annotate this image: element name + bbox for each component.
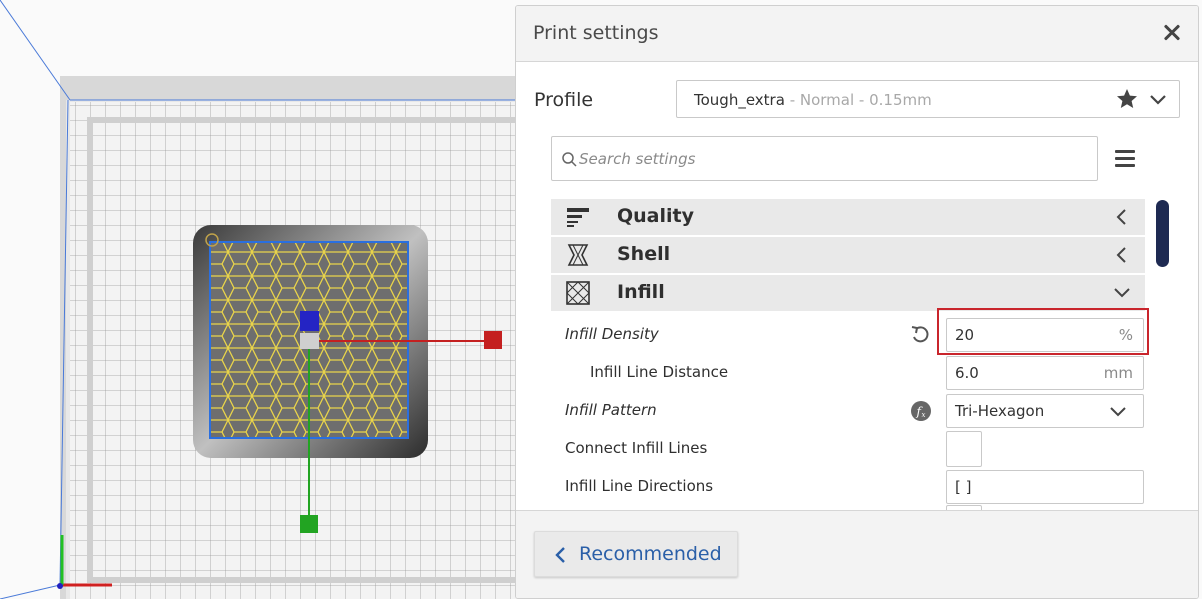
category-quality[interactable]: Quality: [551, 199, 1145, 235]
x-axis-arrow: [484, 331, 502, 349]
infill-line-directions-input[interactable]: [ ]: [946, 470, 1144, 504]
profile-value: Tough_extra - Normal - 0.15mm: [694, 91, 932, 109]
settings-scrollbar[interactable]: [1156, 200, 1169, 267]
profile-label: Profile: [534, 89, 594, 111]
search-box[interactable]: [551, 136, 1098, 181]
field-value: 6.0: [955, 364, 979, 382]
function-icon[interactable]: f x: [910, 400, 932, 422]
print-settings-panel: Print settings Profile Tough_extra - Nor…: [515, 5, 1199, 599]
infill-line-distance-input[interactable]: 6.0 mm: [946, 356, 1144, 390]
category-label: Shell: [617, 243, 671, 265]
field-value: Tri-Hexagon: [955, 402, 1045, 420]
shell-icon: [567, 244, 589, 266]
connect-infill-lines-checkbox[interactable]: [946, 431, 982, 467]
panel-header: Print settings: [516, 6, 1198, 62]
chevron-down-icon: [1110, 407, 1126, 417]
drag-handle-icon[interactable]: [842, 594, 872, 598]
search-input[interactable]: [579, 137, 1079, 180]
infill-pattern-select[interactable]: Tri-Hexagon: [946, 394, 1144, 428]
recommended-button[interactable]: Recommended: [534, 531, 738, 577]
category-label: Quality: [617, 205, 694, 227]
star-icon[interactable]: [1115, 87, 1139, 111]
chevron-down-icon: [1114, 288, 1130, 298]
svg-text:x: x: [922, 411, 926, 419]
close-icon[interactable]: [1160, 20, 1184, 44]
category-label: Infill: [617, 281, 665, 303]
z-axis-handle: [300, 311, 319, 331]
setting-connect-infill-lines: Connect Infill Lines: [551, 429, 1145, 467]
chevron-left-icon: [1116, 209, 1126, 225]
setting-infill-line-directions: Infill Line Directions [ ]: [551, 467, 1145, 505]
field-value: [ ]: [955, 478, 972, 496]
search-icon: [562, 152, 577, 167]
category-shell[interactable]: Shell: [551, 237, 1145, 273]
setting-label: Connect Infill Lines: [565, 439, 708, 457]
chevron-left-icon: [555, 547, 565, 563]
setting-label: Infill Line Directions: [565, 477, 714, 495]
setting-infill-line-distance: Infill Line Distance 6.0 mm: [551, 353, 1145, 391]
highlight-annotation: [937, 308, 1149, 355]
panel-footer: Recommended: [516, 510, 1198, 598]
chevron-left-icon: [1116, 247, 1126, 263]
recommended-label: Recommended: [579, 543, 722, 565]
setting-label: Infill Line Distance: [590, 363, 729, 381]
reset-icon[interactable]: [910, 324, 932, 346]
profile-subtitle: - Normal - 0.15mm: [784, 91, 932, 109]
profile-dropdown[interactable]: Tough_extra - Normal - 0.15mm: [676, 80, 1180, 118]
setting-infill-pattern: Infill Pattern f x Tri-Hexagon: [551, 391, 1145, 429]
settings-list[interactable]: Quality Shell Infill Infill Density 20 %…: [551, 199, 1145, 511]
profile-name: Tough_extra: [694, 91, 785, 109]
chevron-down-icon[interactable]: [1149, 91, 1167, 109]
infill-icon: [566, 281, 590, 305]
setting-label: Infill Density: [565, 325, 659, 343]
menu-icon[interactable]: [1115, 150, 1135, 168]
category-infill[interactable]: Infill: [551, 275, 1145, 311]
y-axis-arrow: [300, 515, 318, 533]
field-unit: mm: [1103, 364, 1133, 382]
quality-icon: [567, 208, 589, 227]
setting-label: Infill Pattern: [565, 401, 657, 419]
panel-title: Print settings: [533, 22, 659, 44]
